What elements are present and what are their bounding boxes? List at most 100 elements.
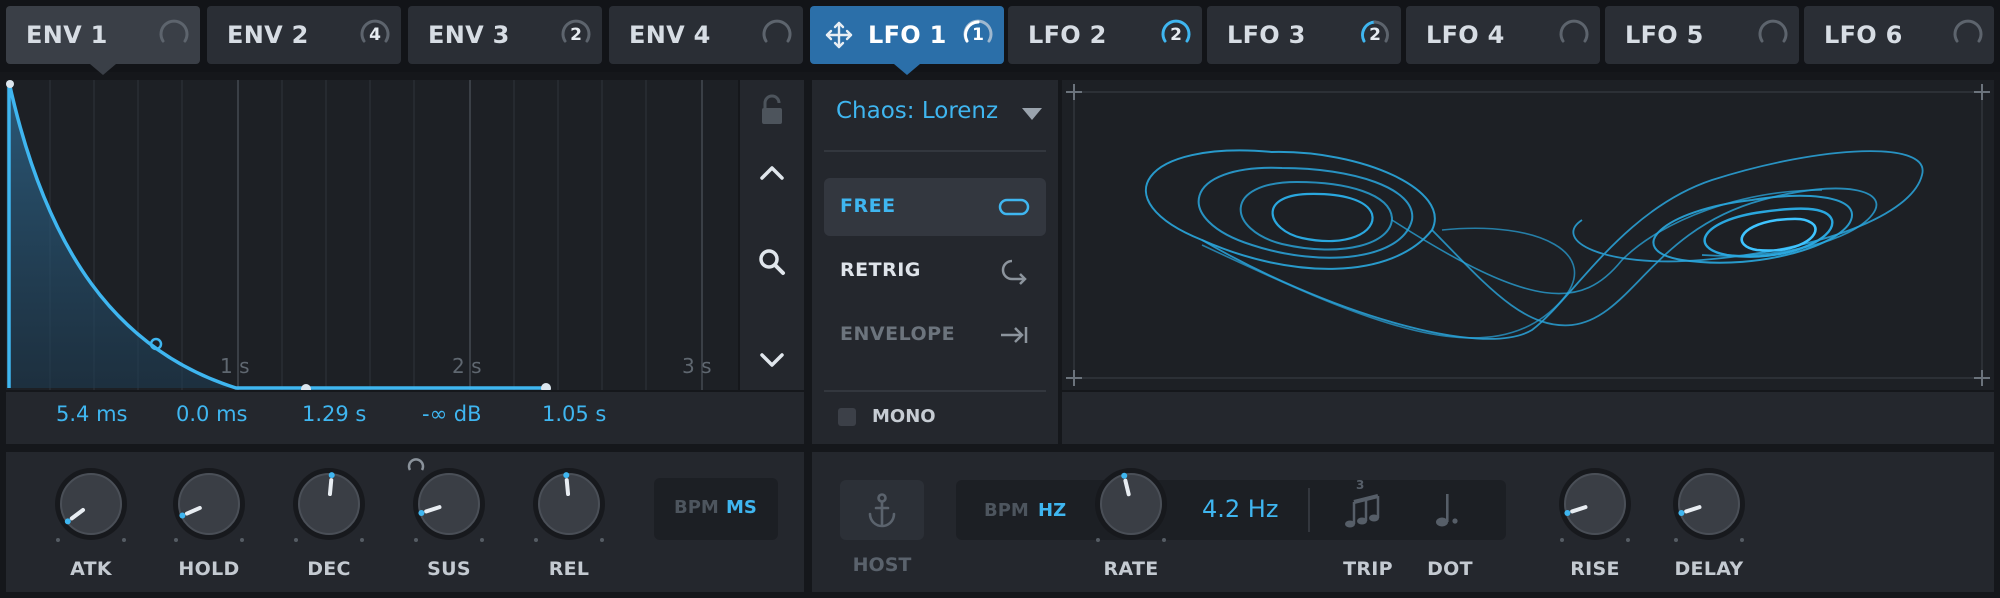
mode-envelope[interactable]: ENVELOPE — [824, 306, 1046, 364]
knob-dial[interactable] — [404, 462, 494, 552]
knob-label: HOLD — [178, 558, 240, 580]
attack-value[interactable]: 5.4 ms — [56, 402, 127, 426]
ms-option[interactable]: MS — [726, 497, 757, 518]
divider — [824, 390, 1046, 392]
chevron-down-icon[interactable] — [758, 350, 786, 370]
retrigger-icon — [1001, 259, 1027, 285]
knob-dial[interactable] — [1664, 462, 1754, 552]
release-node[interactable] — [541, 383, 551, 390]
sustain-node[interactable] — [301, 384, 311, 390]
time-mode-toggle[interactable]: BPM MS — [654, 478, 778, 540]
knob-dial[interactable] — [164, 462, 254, 552]
chevron-up-icon[interactable] — [758, 162, 786, 182]
mono-label: MONO — [872, 406, 936, 427]
host-sync-button[interactable] — [840, 480, 924, 540]
rate-knob[interactable]: RATE — [1086, 462, 1176, 582]
knob-dial[interactable] — [46, 462, 136, 552]
mode-retrig[interactable]: RETRIG — [824, 242, 1046, 300]
mod-count-badge: 4 — [369, 25, 381, 45]
rise-knob[interactable]: RISE — [1550, 462, 1640, 582]
tab-label: LFO 1 — [868, 21, 947, 49]
knob-label: RATE — [1103, 558, 1159, 580]
envelope-side-tools — [740, 80, 804, 390]
bpm-option[interactable]: BPM — [674, 497, 719, 518]
divider — [1308, 488, 1310, 532]
attack-node[interactable] — [6, 80, 14, 88]
time-marker-1s: 1 s — [220, 354, 250, 378]
rate-control-box: BPM HZ 4.2 Hz 3 — [956, 478, 1506, 540]
dotted-note-icon[interactable] — [1430, 490, 1462, 532]
tab-lfo-3[interactable]: LFO 3 2 — [1207, 6, 1401, 64]
tab-label: LFO 2 — [1028, 21, 1107, 49]
tab-label: LFO 5 — [1625, 21, 1704, 49]
corner-marks — [1066, 84, 1990, 386]
lfo-shape-dropdown[interactable]: Chaos: Lorenz — [836, 98, 998, 124]
knob-dial[interactable] — [524, 462, 614, 552]
knob-dial[interactable] — [1086, 462, 1176, 552]
mod-ring-icon — [159, 19, 189, 43]
envelope-fill — [9, 82, 236, 388]
attack-knob[interactable]: ATK — [46, 462, 136, 582]
active-tab-pointer — [894, 64, 920, 75]
tab-lfo-6[interactable]: LFO 6 — [1804, 6, 1994, 64]
hold-knob[interactable]: HOLD — [164, 462, 254, 582]
divider — [824, 150, 1046, 152]
dropdown-arrow-icon[interactable] — [1022, 108, 1042, 120]
lfo-display-footer — [1062, 392, 1994, 444]
mono-checkbox[interactable] — [838, 408, 856, 426]
decay-knob[interactable]: DEC — [284, 462, 374, 582]
sustain-value[interactable]: -∞ dB — [422, 402, 481, 426]
tab-env-4[interactable]: ENV 4 — [609, 6, 803, 64]
zoom-icon[interactable] — [756, 246, 788, 278]
knob-dial[interactable] — [284, 462, 374, 552]
sustain-link-icon[interactable] — [404, 454, 428, 474]
mode-label: FREE — [840, 195, 896, 217]
delay-knob[interactable]: DELAY — [1664, 462, 1754, 582]
lfo-shape-display[interactable] — [1062, 80, 1994, 390]
hold-value[interactable]: 0.0 ms — [176, 402, 247, 426]
envelope-curve-display[interactable] — [6, 80, 738, 390]
lfo-mode-panel: Chaos: Lorenz FREE RETRIG ENVELOPE MONO — [812, 80, 1058, 444]
time-marker-3s: 3 s — [682, 354, 712, 378]
triplet-icon[interactable] — [1340, 486, 1384, 534]
tab-env-2[interactable]: ENV 2 4 — [207, 6, 401, 64]
drag-move-icon[interactable] — [824, 20, 854, 50]
active-tab-pointer — [90, 64, 116, 75]
envelope-graph[interactable]: 1 s 2 s 3 s — [6, 80, 738, 390]
tab-lfo-2[interactable]: LFO 2 2 — [1008, 6, 1202, 64]
envelope-knob-section: ATK HOLD DEC SUS REL BPM MS — [6, 452, 804, 592]
rate-value[interactable]: 4.2 Hz — [1202, 495, 1278, 523]
sustain-knob[interactable]: SUS — [404, 462, 494, 582]
tab-label: LFO 6 — [1824, 21, 1903, 49]
tab-label: ENV 4 — [629, 21, 711, 49]
envelope-values-row: 5.4 ms 0.0 ms 1.29 s -∞ dB 1.05 s — [6, 392, 804, 444]
mode-free[interactable]: FREE — [824, 178, 1046, 236]
tab-lfo-5[interactable]: LFO 5 — [1605, 6, 1799, 64]
display-frame — [1072, 90, 1984, 380]
tab-lfo-1[interactable]: LFO 1 1 — [810, 6, 1004, 75]
release-knob[interactable]: REL — [524, 462, 614, 582]
knob-label: DEC — [307, 558, 351, 580]
dot-label: DOT — [1427, 558, 1473, 580]
release-value[interactable]: 1.05 s — [542, 402, 606, 426]
triplet-number: 3 — [1356, 478, 1365, 492]
tab-env-1[interactable]: ENV 1 — [6, 6, 200, 75]
mod-ring-icon — [762, 19, 792, 43]
modulator-tab-bar: ENV 1 ENV 2 4 ENV 3 2 ENV 4 LFO 1 1 LFO … — [0, 0, 2000, 75]
attractor-trajectories — [1144, 149, 1924, 340]
tab-label: ENV 1 — [26, 21, 108, 49]
bpm-option[interactable]: BPM — [984, 500, 1029, 521]
mode-label: ENVELOPE — [840, 323, 956, 345]
knob-dial[interactable] — [1550, 462, 1640, 552]
mod-ring-icon — [1758, 19, 1788, 43]
tab-label: ENV 2 — [227, 21, 309, 49]
lfo-knob-section: HOST BPM HZ 4.2 Hz 3 RATE TRIP DOT RISE — [812, 452, 1994, 592]
hz-option[interactable]: HZ — [1038, 500, 1066, 521]
decay-value[interactable]: 1.29 s — [302, 402, 366, 426]
tab-label: ENV 3 — [428, 21, 510, 49]
knob-label: ATK — [70, 558, 112, 580]
host-label: HOST — [852, 554, 912, 576]
tab-lfo-4[interactable]: LFO 4 — [1406, 6, 1600, 64]
tab-env-3[interactable]: ENV 3 2 — [408, 6, 602, 64]
lock-icon[interactable] — [758, 94, 786, 126]
